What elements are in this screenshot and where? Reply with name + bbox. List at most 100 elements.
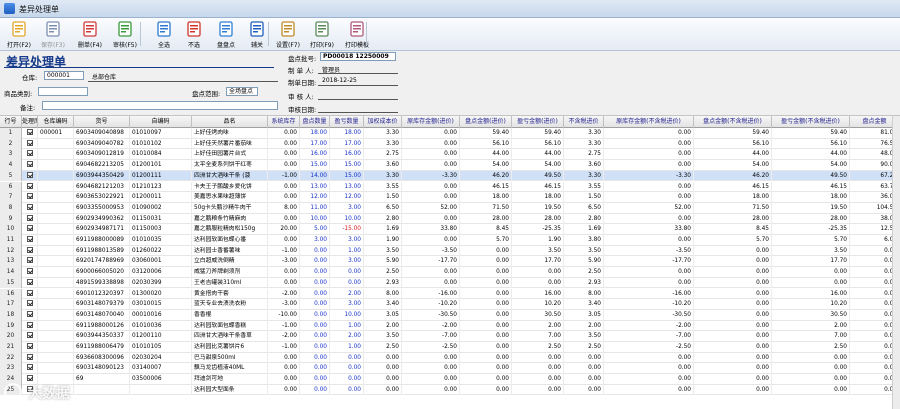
process-checkbox[interactable] [22, 267, 38, 278]
category-input[interactable] [38, 87, 88, 96]
column-header[interactable]: 仓库编码 [38, 116, 74, 128]
checkbox-checked-icon[interactable] [26, 225, 33, 232]
checkbox-checked-icon[interactable] [26, 236, 33, 242]
table-row[interactable]: 18 6903148070040 00010016 香香棍 -10.00 0.00 10.0… [0, 309, 900, 321]
process-checkbox[interactable] [22, 342, 38, 353]
column-header[interactable]: 品名 [192, 116, 268, 128]
checkbox-checked-icon[interactable] [26, 193, 33, 200]
process-checkbox[interactable] [22, 149, 38, 161]
checkbox-checked-icon[interactable] [26, 214, 33, 221]
process-checkbox[interactable] [22, 363, 38, 375]
table-row[interactable]: 2 6903409040782 01010102 上好佳天然薯片番茄味 0.00 17.0… [0, 138, 900, 150]
scope-input[interactable]: 全场盘点 [226, 87, 258, 96]
column-header[interactable]: 盈亏金额(进价) [512, 116, 564, 128]
remark-input[interactable] [42, 101, 278, 110]
checkbox-checked-icon[interactable] [26, 139, 33, 146]
checkbox-checked-icon[interactable] [26, 150, 33, 157]
toolbar-button-1[interactable]: 保存(F3) [37, 19, 69, 50]
process-checkbox[interactable] [22, 299, 38, 310]
table-row[interactable]: 22 6936608300096 02030204 巴马甜泉500ml 0.00 0.00… [0, 352, 900, 364]
column-header[interactable]: 盈亏数量 [330, 116, 364, 128]
column-header[interactable]: 盈亏金额(不含税进价) [772, 116, 850, 128]
process-checkbox[interactable] [22, 277, 38, 289]
process-checkbox[interactable] [22, 128, 38, 139]
checkbox-checked-icon[interactable] [26, 353, 33, 360]
process-checkbox[interactable] [22, 192, 38, 203]
table-row[interactable]: 3 6903409012819 01010084 上好佳田园薯片台式 0.00 16.00… [0, 149, 900, 161]
column-header[interactable]: 自编码 [130, 116, 192, 128]
table-row[interactable]: 7 6903653022921 01200011 美嘉思水果味超薄饼 0.00 12.00… [0, 192, 900, 203]
process-checkbox[interactable] [22, 309, 38, 321]
checkbox-checked-icon[interactable] [26, 321, 33, 328]
table-row[interactable]: 5 6903944350429 01200111 四洲甘大酒味干条 (菠 -1.00 14… [0, 170, 900, 182]
table-row[interactable]: 4 6904682213205 01200101 太平全麦系列饼干红枣 0.00 15.0… [0, 160, 900, 171]
vertical-scrollbar[interactable] [892, 116, 900, 409]
toolbar-button-3[interactable]: 审核(F5) [108, 19, 142, 50]
process-checkbox[interactable] [22, 352, 38, 364]
column-header[interactable]: 货号 [74, 116, 130, 128]
process-checkbox[interactable] [22, 181, 38, 193]
toolbar-button-5[interactable]: 不选 [180, 19, 208, 50]
checkbox-checked-icon[interactable] [26, 278, 33, 285]
table-row[interactable]: 15 4891599338898 02030399 王老吉罐装310ml 0.00 0.0… [0, 277, 900, 289]
process-checkbox[interactable] [22, 213, 38, 225]
process-checkbox[interactable] [22, 256, 38, 268]
table-row[interactable]: 20 6903944350337 01200110 四洲甘大酒味干条香草 -2.00 0.… [0, 331, 900, 342]
checkbox-checked-icon[interactable] [26, 289, 33, 296]
column-header[interactable]: 盘点金额(进价) [460, 116, 512, 128]
toolbar-button-10[interactable]: 打印模板 [340, 19, 374, 50]
table-row[interactable]: 8 6903355000953 01090002 50g卡头鹏沙精牛肉干 8.00 11.… [0, 202, 900, 214]
process-checkbox[interactable] [22, 235, 38, 246]
toolbar-button-9[interactable]: 打印(F9) [306, 19, 338, 50]
column-header[interactable]: 处理库存 [22, 116, 38, 128]
table-row[interactable]: 24 69 03500006 拜迪剑可地 0.00 0.00 0.00 0.00 0.00 0.0… [0, 374, 900, 385]
batch-number-input[interactable]: PD00018 12250009 [320, 52, 396, 61]
column-header[interactable]: 盘点金额(不含税进价) [694, 116, 772, 128]
table-row[interactable]: 1 000001 6903409040898 01010097 上好佳烤肉味 0.00 18… [0, 128, 900, 139]
checkbox-checked-icon[interactable] [26, 343, 33, 349]
toolbar-button-6[interactable]: 盘盘点 [210, 19, 242, 50]
column-header[interactable]: 盘点数量 [300, 116, 330, 128]
column-header[interactable]: 加权成本价 [364, 116, 402, 128]
table-row[interactable]: 23 6903148090123 03140007 飘马龙齿植液40ML 0.00 0.0… [0, 363, 900, 375]
table-row[interactable]: 12 6911988013589 01260022 达利园士香番薯味 -1.00 0.00… [0, 245, 900, 257]
table-row[interactable]: 17 6903148079379 03010015 蓝天专业去渍洗衣粉 -3.00 0.0… [0, 299, 900, 310]
toolbar-button-8[interactable]: 设置(F7) [272, 19, 304, 50]
checkbox-checked-icon[interactable] [26, 310, 33, 317]
checkbox-checked-icon[interactable] [26, 300, 33, 307]
table-row[interactable]: 10 6902934987171 01150003 嘉之鹏服粒精肉松150g 20.00… [0, 224, 900, 235]
process-checkbox[interactable] [22, 331, 38, 342]
column-header[interactable]: 系统库存 [268, 116, 300, 128]
toolbar-button-2[interactable]: 删单(F4) [74, 19, 106, 50]
toolbar-button-0[interactable]: 打开(F2) [4, 19, 34, 50]
checkbox-checked-icon[interactable] [26, 161, 33, 168]
column-header[interactable]: 原库存金额(进价) [402, 116, 460, 128]
process-checkbox[interactable] [22, 138, 38, 150]
toolbar-button-4[interactable]: 全选 [150, 19, 178, 50]
checkbox-checked-icon[interactable] [26, 364, 33, 371]
table-row[interactable]: 16 6901012320397 01300020 黄金搭肉干套 -2.00 0.00 2.… [0, 288, 900, 300]
checkbox-checked-icon[interactable] [26, 332, 33, 339]
process-checkbox[interactable] [22, 320, 38, 332]
process-checkbox[interactable] [22, 245, 38, 257]
table-row[interactable]: 11 6911988000089 01010035 达利园软面包蝶心番 0.00 3.00… [0, 235, 900, 246]
table-row[interactable]: 21 6911988006479 01010105 达利园比克薯饼片6 -1.00 0.0… [0, 342, 900, 353]
process-checkbox[interactable] [22, 288, 38, 300]
checkbox-checked-icon[interactable] [26, 182, 33, 189]
checkbox-checked-icon[interactable] [26, 129, 33, 135]
table-row[interactable]: 19 6911988000126 01010036 达利园软面包蝶香糕 -1.00 0.0… [0, 320, 900, 332]
column-header[interactable]: 行号 [0, 116, 22, 128]
process-checkbox[interactable] [22, 170, 38, 182]
checkbox-checked-icon[interactable] [26, 257, 33, 264]
checkbox-checked-icon[interactable] [26, 171, 33, 178]
column-header[interactable]: 不含税进价 [564, 116, 604, 128]
process-checkbox[interactable] [22, 160, 38, 171]
process-checkbox[interactable] [22, 224, 38, 235]
table-row[interactable]: 6 6904682121203 01210123 卡夫王子鹏酸乡爱化饼 0.00 13.0… [0, 181, 900, 193]
table-row[interactable]: 9 6902934990362 01150031 嘉之鹏粮条竹精麻肉 0.00 10.00… [0, 213, 900, 225]
column-header[interactable]: 原库存金额(不含税进价) [604, 116, 694, 128]
table-row[interactable]: 14 6900066005020 03120006 威猛刀斧牌剃须剂 0.00 0.00 0… [0, 267, 900, 278]
warehouse-code-input[interactable]: 000001 [44, 71, 84, 80]
process-checkbox[interactable] [22, 202, 38, 214]
checkbox-checked-icon[interactable] [26, 246, 33, 253]
